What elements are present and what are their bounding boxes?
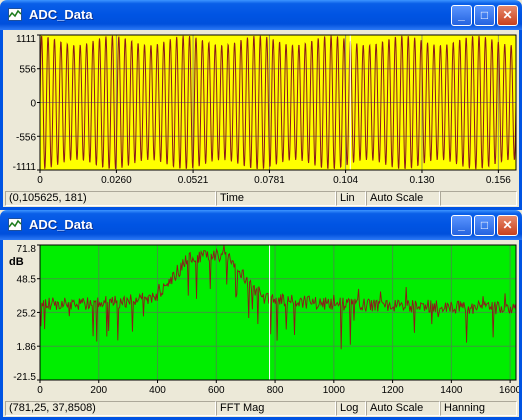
x-tick-label: 0.0260: [101, 175, 132, 186]
status-scale-type: Log: [336, 401, 366, 416]
y-tick-label: 48.5: [17, 275, 37, 286]
time-plot[interactable]: 0 0.0260 0.0521 0.0781 0.104 0.130 0.156 1111 55…: [3, 30, 519, 190]
fft-plot[interactable]: 0 200 400 600 800 1000 1200 1400 1600 71.8 48.5 25.…: [3, 240, 519, 400]
x-tick-label: 0.104: [333, 175, 358, 186]
close-button[interactable]: ✕: [497, 215, 518, 236]
x-tick-label: 1400: [440, 385, 463, 396]
status-bar: (781,25, 37,8508) FFT Mag Log Auto Scale…: [3, 400, 519, 417]
y-tick-label: -556: [16, 132, 36, 143]
x-tick-label: 400: [149, 385, 166, 396]
adc-fft-window: ADC_Data _ □ ✕ 0 200 400 600 800 1000 1200 1400…: [0, 210, 522, 420]
title-bar[interactable]: ADC_Data _ □ ✕: [0, 210, 522, 240]
title-bar[interactable]: ADC_Data _ □ ✕: [0, 0, 522, 30]
minimize-button[interactable]: _: [451, 215, 472, 236]
status-auto-scale: Auto Scale: [366, 401, 440, 416]
x-tick-label: 0.0521: [178, 175, 209, 186]
close-icon: ✕: [502, 218, 513, 232]
window-title: ADC_Data: [29, 7, 93, 22]
maximize-icon: □: [480, 8, 489, 22]
y-tick-label: 556: [19, 65, 36, 76]
y-tick-label: -21.5: [13, 372, 36, 383]
maximize-icon: □: [480, 218, 489, 232]
x-tick-label: 0.156: [486, 175, 511, 186]
maximize-button[interactable]: □: [474, 5, 495, 26]
status-window-fn: Hanning: [440, 401, 517, 416]
x-tick-label: 0: [37, 385, 43, 396]
y-tick-label: 1111: [16, 34, 36, 45]
x-tick-label: 800: [267, 385, 284, 396]
x-tick-label: 1200: [381, 385, 404, 396]
y-tick-label: 71.8: [17, 244, 37, 255]
x-tick-label: 0: [37, 175, 43, 186]
adc-time-window: ADC_Data _ □ ✕ 0 0.0260 0.0521 0.0781 0.104 0…: [0, 0, 522, 210]
y-tick-label: 1.86: [17, 342, 37, 353]
close-icon: ✕: [502, 8, 513, 22]
minimize-icon: _: [458, 8, 465, 22]
y-tick-label: -1111: [13, 162, 37, 173]
y-axis-label: dB: [9, 256, 24, 268]
close-button[interactable]: ✕: [497, 5, 518, 26]
x-tick-label: 1600: [499, 385, 519, 396]
x-tick-label: 0.130: [409, 175, 434, 186]
status-cursor-coords: (781,25, 37,8508): [5, 401, 216, 416]
status-domain: Time: [216, 191, 336, 206]
minimize-button[interactable]: _: [451, 5, 472, 26]
status-bar: (0,105625, 181) Time Lin Auto Scale: [3, 190, 519, 207]
status-scale-type: Lin: [336, 191, 366, 206]
status-auto-scale: Auto Scale: [366, 191, 440, 206]
x-tick-label: 1000: [323, 385, 346, 396]
status-cursor-coords: (0,105625, 181): [5, 191, 216, 206]
minimize-icon: _: [458, 218, 465, 232]
y-tick-label: 0: [30, 99, 36, 110]
window-title: ADC_Data: [29, 217, 93, 232]
chart-app-icon: [8, 8, 22, 21]
x-tick-label: 200: [90, 385, 107, 396]
y-tick-label: 25.2: [17, 308, 37, 319]
maximize-button[interactable]: □: [474, 215, 495, 236]
status-window-fn: [440, 191, 517, 206]
status-domain: FFT Mag: [216, 401, 336, 416]
x-tick-label: 0.0781: [254, 175, 285, 186]
x-tick-label: 600: [208, 385, 225, 396]
chart-app-icon: [8, 218, 22, 231]
